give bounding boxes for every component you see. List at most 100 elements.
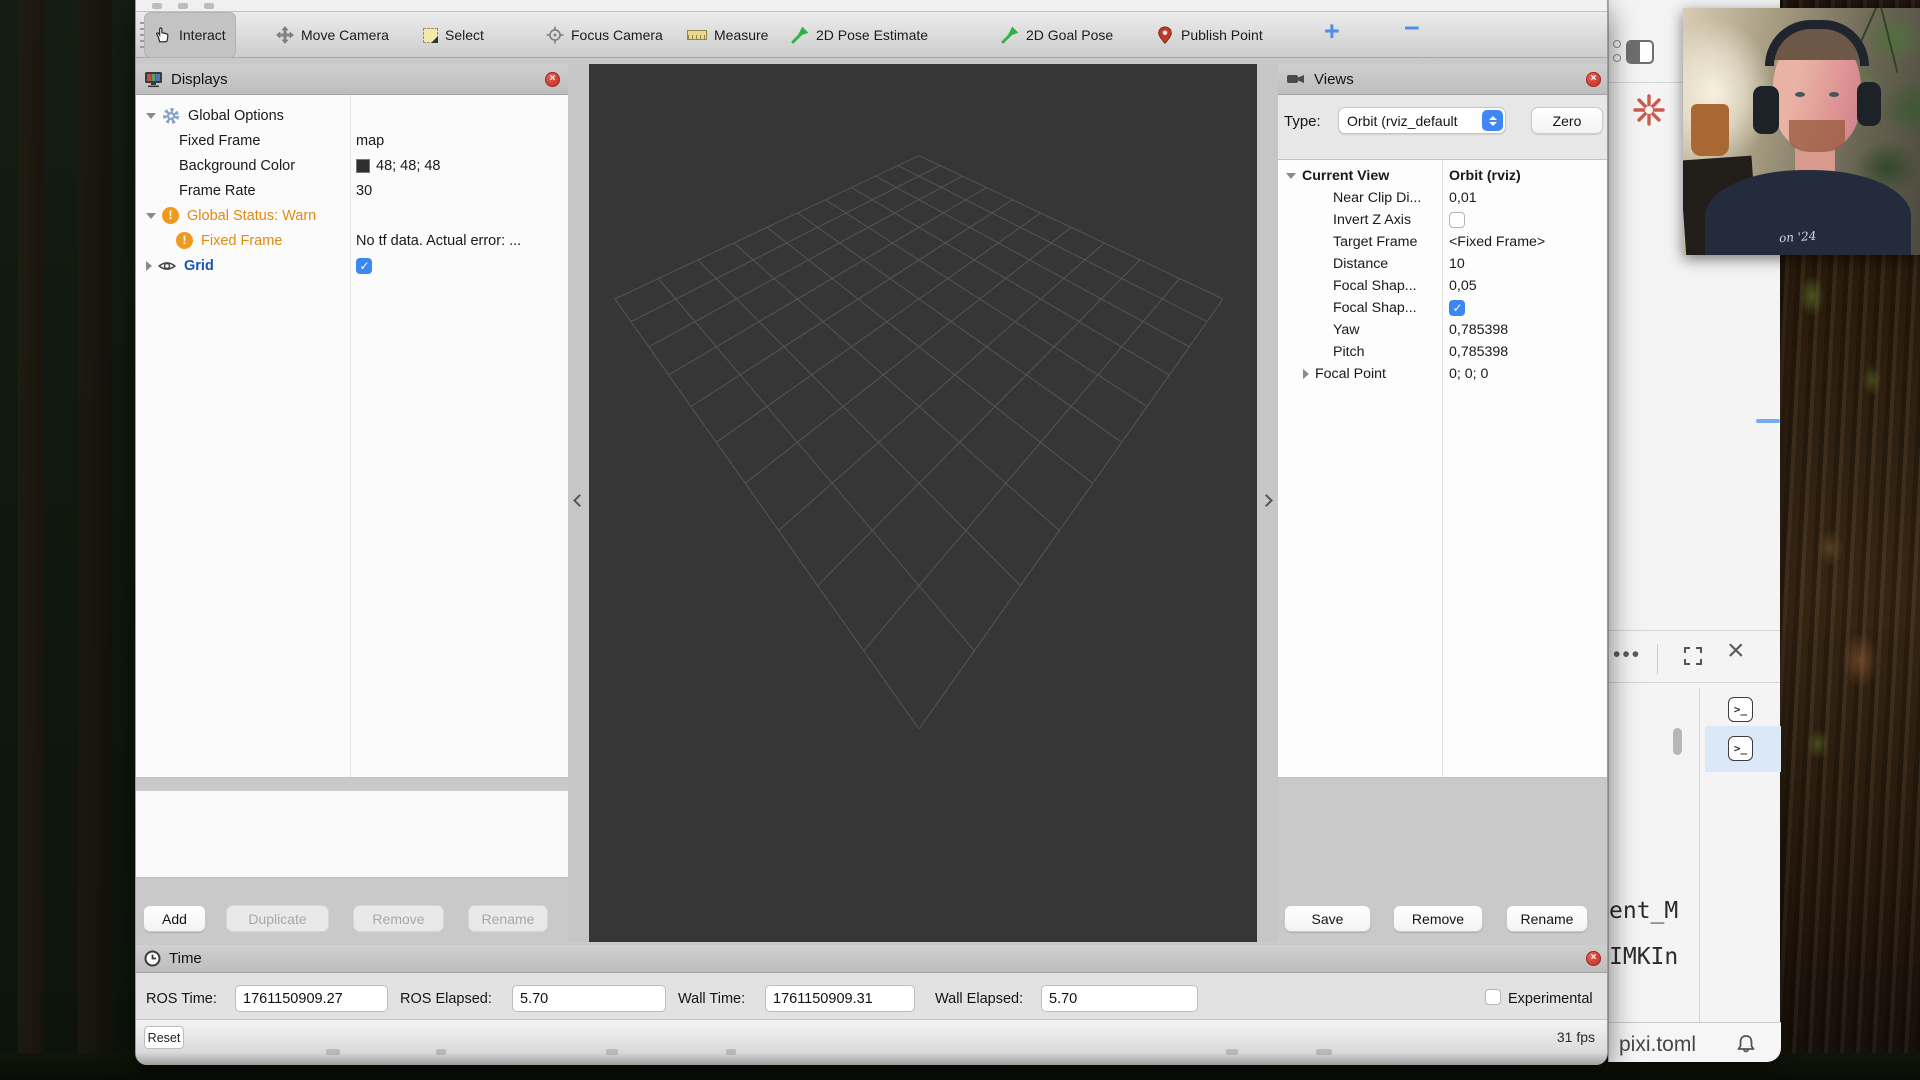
view-prop-focal-point[interactable]: Focal Point0; 0; 0	[1278, 363, 1608, 385]
toolbar-button-2d-pose-estimate[interactable]: 2D Pose Estimate	[781, 12, 938, 58]
terminal-icon[interactable]: >_	[1728, 697, 1753, 722]
ring-icon	[1613, 40, 1621, 48]
save-button[interactable]: Save	[1284, 905, 1371, 932]
view-prop-yaw[interactable]: Yaw0,785398	[1278, 319, 1608, 341]
panel-splitter-right[interactable]	[1257, 64, 1278, 942]
checkbox-unchecked[interactable]	[1449, 212, 1465, 228]
tree-row-label: Fixed Frame	[201, 233, 282, 249]
chevron-right-icon[interactable]	[146, 261, 152, 271]
displays-panel-header: Displays ×	[136, 64, 568, 95]
view-prop-invert-z-axis[interactable]: Invert Z Axis	[1278, 209, 1608, 231]
camera-icon	[1286, 72, 1306, 86]
time-panel: Time × ROS Time:1761150909.27ROS Elapsed…	[136, 945, 1608, 1053]
tree-row-value: 30	[350, 183, 372, 199]
file-name: pixi.toml	[1619, 1033, 1696, 1057]
add-tool-button[interactable]: +	[1324, 16, 1340, 47]
toolbar-button-label: Select	[445, 27, 484, 43]
time-panel-header: Time ×	[136, 945, 1608, 973]
view-prop-focal-shap-[interactable]: Focal Shap...0,05	[1278, 275, 1608, 297]
remove-tool-button[interactable]: −	[1404, 13, 1420, 44]
time-field-input[interactable]: 1761150909.27	[235, 985, 388, 1012]
view-prop-value-text: <Fixed Frame>	[1449, 234, 1545, 250]
zero-button[interactable]: Zero	[1531, 107, 1603, 134]
close-panel-button[interactable]: ×	[545, 72, 560, 87]
panel-title: Views	[1314, 71, 1354, 88]
view-prop-value-text: Orbit (rviz)	[1449, 168, 1521, 184]
checkbox-checked[interactable]	[356, 258, 372, 274]
tree-row-value-text: No tf data. Actual error: ...	[356, 233, 521, 249]
color-swatch[interactable]	[356, 159, 370, 173]
close-panel-button[interactable]: ×	[1586, 72, 1601, 87]
tree-row-background-color[interactable]: Background Color48; 48; 48	[136, 153, 568, 178]
tree-row-fixed-frame[interactable]: Fixed Framemap	[136, 128, 568, 153]
chevron-down-icon[interactable]	[146, 213, 156, 219]
time-field-input[interactable]: 5.70	[1041, 985, 1198, 1012]
tree-row-label: Frame Rate	[179, 183, 256, 199]
tree-row-label: Global Options	[188, 108, 284, 124]
tree-row-frame-rate[interactable]: Frame Rate 30	[136, 178, 568, 203]
duplicate-button: Duplicate	[226, 905, 329, 932]
close-panel-button[interactable]: ×	[1586, 951, 1601, 966]
warning-icon: !	[162, 207, 179, 224]
sidebar-toggle-icon[interactable]	[1626, 40, 1654, 64]
panel-title: Time	[169, 950, 202, 967]
view-type-select[interactable]: Orbit (rviz_default	[1338, 107, 1506, 134]
toolbar-button-move-camera[interactable]: Move Camera	[266, 12, 399, 58]
view-prop-distance[interactable]: Distance 10	[1278, 253, 1608, 275]
panel-splitter-left[interactable]	[568, 64, 589, 942]
time-field-label: Wall Elapsed:	[935, 991, 1023, 1007]
view-prop-focal-shap-[interactable]: Focal Shap...	[1278, 297, 1608, 319]
view-prop-label: Target Frame	[1333, 234, 1417, 250]
view-prop-target-frame[interactable]: Target Frame <Fixed Frame>	[1278, 231, 1608, 253]
view-prop-value: 10	[1442, 256, 1465, 272]
tree-row-label-cell: Global Options	[136, 107, 350, 125]
3d-viewport[interactable]	[589, 64, 1257, 942]
reset-button[interactable]: Reset	[144, 1026, 184, 1049]
toolbar-button-2d-goal-pose[interactable]: 2D Goal Pose	[991, 12, 1123, 58]
more-options-icon[interactable]: •••	[1613, 643, 1641, 667]
time-field-input[interactable]: 1761150909.31	[765, 985, 915, 1012]
plant-pot	[1691, 104, 1729, 156]
displays-description-area	[136, 790, 568, 878]
checkbox-checked[interactable]	[1449, 300, 1465, 316]
view-prop-value-text: 0,01	[1449, 190, 1477, 206]
toolbar-button-measure[interactable]: Measure	[677, 12, 778, 58]
toolbar-button-select[interactable]: Select	[413, 12, 494, 58]
experimental-checkbox[interactable]	[1485, 989, 1501, 1005]
view-prop-label-cell: Distance	[1278, 256, 1442, 272]
view-prop-value-text: 10	[1449, 256, 1465, 272]
tree-row-fixed-frame[interactable]: !Fixed FrameNo tf data. Actual error: ..…	[136, 228, 568, 253]
view-prop-label: Near Clip Di...	[1333, 190, 1421, 206]
toolbar-button-interact[interactable]: Interact	[144, 12, 236, 58]
view-prop-pitch[interactable]: Pitch0,785398	[1278, 341, 1608, 363]
time-field-input[interactable]: 5.70	[512, 985, 666, 1012]
time-field-label: ROS Time:	[146, 991, 217, 1007]
bell-icon[interactable]	[1735, 1033, 1757, 1055]
close-icon[interactable]: ×	[1727, 634, 1745, 668]
expand-icon[interactable]	[1683, 646, 1703, 666]
rename-button[interactable]: Rename	[1506, 905, 1588, 932]
remove-button[interactable]: Remove	[1393, 905, 1483, 932]
toolbar-button-label: Interact	[179, 27, 226, 43]
toolbar-button-publish-point[interactable]: Publish Point	[1146, 12, 1273, 58]
chevron-down-icon[interactable]	[146, 113, 156, 119]
view-prop-near-clip-di-[interactable]: Near Clip Di... 0,01	[1278, 187, 1608, 209]
chevron-right-icon[interactable]	[1303, 369, 1309, 379]
tree-row-grid[interactable]: Grid	[136, 253, 568, 278]
add-button[interactable]: Add	[143, 905, 206, 932]
chevron-down-icon[interactable]	[1286, 173, 1296, 179]
view-prop-value: 0,05	[1442, 278, 1477, 294]
tree-row-label-cell: Background Color	[136, 158, 350, 174]
starburst-icon	[1631, 92, 1667, 128]
tree-row-global-options[interactable]: Global Options	[136, 103, 568, 128]
view-prop-current-view[interactable]: Current ViewOrbit (rviz)	[1278, 165, 1608, 187]
crosshair-icon	[546, 26, 564, 44]
terminal-icon[interactable]: >_	[1728, 736, 1753, 761]
toolbar-button-focus-camera[interactable]: Focus Camera	[536, 12, 673, 58]
toolbar-button-label: Measure	[714, 27, 768, 43]
tree-row-label: Fixed Frame	[179, 133, 260, 149]
tree-row-global-status-warn[interactable]: !Global Status: Warn	[136, 203, 568, 228]
collapse-left-arrow-icon[interactable]	[573, 494, 586, 507]
collapse-right-arrow-icon[interactable]	[1260, 494, 1273, 507]
scrollbar-thumb[interactable]	[1673, 728, 1682, 755]
